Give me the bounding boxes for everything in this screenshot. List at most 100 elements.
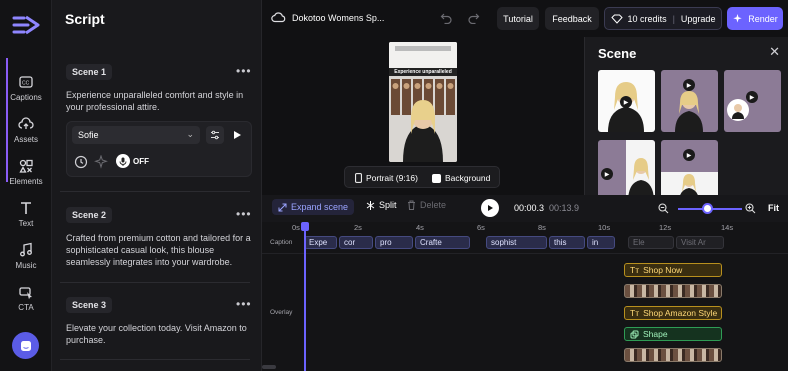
voice-toggle-label: OFF (133, 156, 149, 166)
zoom-out-icon[interactable] (658, 203, 669, 214)
time-ruler[interactable]: 0s 2s 4s 6s 8s 10s 12s 14s (262, 222, 788, 234)
play-icon: ▶ (746, 91, 758, 103)
aspect-background-bar: Portrait (9:16) Background (344, 166, 500, 188)
play-icon (234, 131, 241, 139)
playhead-handle[interactable] (301, 222, 309, 231)
play-icon: ▶ (601, 168, 613, 180)
caption-chip[interactable]: this (549, 236, 585, 249)
background-button[interactable]: Background (432, 173, 490, 183)
tick-label: 6s (477, 223, 485, 232)
credits-upgrade-button[interactable]: 10 credits | Upgrade (604, 7, 722, 30)
text-icon: Tт (630, 265, 640, 275)
video-preview[interactable]: Experience unparalleled (389, 42, 457, 162)
caption-chip[interactable]: Ele (628, 236, 674, 249)
chat-icon (20, 340, 31, 351)
scene-2-text[interactable]: Crafted from premium cotton and tailored… (66, 232, 252, 268)
tutorial-button[interactable]: Tutorial (497, 7, 539, 30)
fit-button[interactable]: Fit (768, 203, 779, 213)
top-bar: Dokotoo Womens Sp... Tutorial Feedback 1… (262, 0, 788, 37)
voice-select[interactable]: Sofie ⌄ (72, 126, 200, 144)
zoom-slider-handle[interactable] (702, 203, 713, 214)
app-logo[interactable] (12, 14, 40, 36)
caption-chip[interactable]: Crafte (415, 236, 470, 249)
tick-label: 10s (598, 223, 611, 232)
render-button[interactable]: Render (727, 7, 783, 30)
caption-chip[interactable]: pro (375, 236, 413, 249)
background-label: Background (445, 173, 491, 183)
left-rail: CC Captions Assets Elements Text Music C… (0, 0, 52, 371)
tick-label: 14s (721, 223, 734, 232)
sliders-icon (211, 130, 219, 140)
rail-music[interactable]: Music (0, 242, 52, 270)
caption-chip[interactable]: Expe (304, 236, 337, 249)
trash-icon (408, 200, 415, 210)
overlay-shape-chip[interactable]: Shape (624, 327, 722, 341)
overlay-image-chip[interactable] (624, 348, 722, 362)
tick-label: 4s (416, 223, 424, 232)
scene-thumbnail[interactable]: ▶ (598, 70, 655, 132)
scene-1-text[interactable]: Experience unparalleled comfort and styl… (66, 89, 252, 113)
scene-thumbnail[interactable]: ▶ (661, 140, 718, 195)
rail-text[interactable]: Text (0, 200, 52, 228)
scene-2-tag[interactable]: Scene 2 (66, 207, 113, 223)
help-chat-button[interactable] (12, 332, 39, 359)
voice-play-button[interactable] (228, 126, 246, 144)
tick-label: 2s (354, 223, 362, 232)
voice-settings-button[interactable] (206, 126, 224, 144)
rail-cta[interactable]: CTA (0, 284, 52, 312)
voice-name: Sofie (78, 130, 99, 140)
project-name[interactable]: Dokotoo Womens Sp... (292, 13, 384, 23)
timeline-play-button[interactable] (481, 199, 499, 217)
overlay-text-chip[interactable]: Tт Shop Now (624, 263, 722, 277)
music-icon (20, 242, 32, 257)
caption-chip[interactable]: Visit Ar (676, 236, 724, 249)
split-button[interactable]: Split (366, 200, 397, 210)
cta-icon (19, 287, 32, 300)
portrait-button[interactable]: Portrait (9:16) (355, 173, 418, 183)
rail-label: Elements (9, 177, 43, 186)
cloud-icon (271, 12, 286, 23)
rail-label: Assets (13, 135, 38, 144)
scene-thumbnail[interactable]: ▶ (724, 70, 781, 132)
scene-thumbnail[interactable]: ▶ (661, 70, 718, 132)
timeline: 0s 2s 4s 6s 8s 10s 12s 14s Caption Expe … (262, 222, 788, 371)
scene-1-tag[interactable]: Scene 1 (66, 64, 113, 80)
play-icon (488, 205, 493, 211)
overlay-image-chip[interactable] (624, 284, 722, 298)
portrait-label: Portrait (9:16) (366, 173, 418, 183)
tick-label: 12s (659, 223, 672, 232)
timeline-toolbar: Expand scene Split Delete 00:00.3 00:13.… (262, 195, 788, 222)
rail-label: CTA (18, 303, 34, 312)
voice-toggle[interactable]: OFF (116, 154, 149, 168)
caption-track-label: Caption (270, 239, 293, 246)
feedback-button[interactable]: Feedback (545, 7, 599, 30)
video-preview-area: Experience unparalleled Portrait (9:16) … (262, 37, 584, 195)
scene-3-text[interactable]: Elevate your collection today. Visit Ama… (66, 322, 252, 346)
credits-label: 10 credits (627, 13, 667, 24)
undo-icon[interactable] (440, 12, 453, 24)
scene-divider (60, 359, 250, 360)
caption-chip[interactable]: cor (339, 236, 373, 249)
sparkle-icon[interactable] (94, 155, 108, 169)
expand-label: Expand scene (291, 202, 349, 212)
preview-caption: Experience unparalleled (394, 69, 452, 75)
microphone-icon (116, 154, 130, 168)
voice-settings: Sofie ⌄ OFF (66, 121, 252, 177)
scene-panel: Scene ✕ ▶ ▶ ▶ ▶ ▶ (584, 37, 788, 195)
close-icon[interactable]: ✕ (769, 44, 780, 60)
scene-thumbnail[interactable]: ▶ (598, 140, 655, 195)
rail-label: Captions (10, 93, 42, 102)
horizontal-scrollbar[interactable] (262, 365, 276, 369)
delete-button[interactable]: Delete (407, 200, 446, 210)
text-icon: Tт (630, 308, 640, 318)
playhead[interactable] (304, 222, 306, 371)
timer-icon[interactable] (74, 155, 88, 169)
upgrade-label: Upgrade (680, 13, 716, 24)
caption-chip[interactable]: sophist (486, 236, 547, 249)
expand-scene-button[interactable]: Expand scene (272, 199, 355, 215)
scene-3-tag[interactable]: Scene 3 (66, 297, 113, 313)
redo-icon[interactable] (467, 12, 480, 24)
caption-chip[interactable]: in (587, 236, 615, 249)
overlay-text-chip[interactable]: Tт Shop Amazon Style (624, 306, 722, 320)
zoom-in-icon[interactable] (745, 203, 756, 214)
